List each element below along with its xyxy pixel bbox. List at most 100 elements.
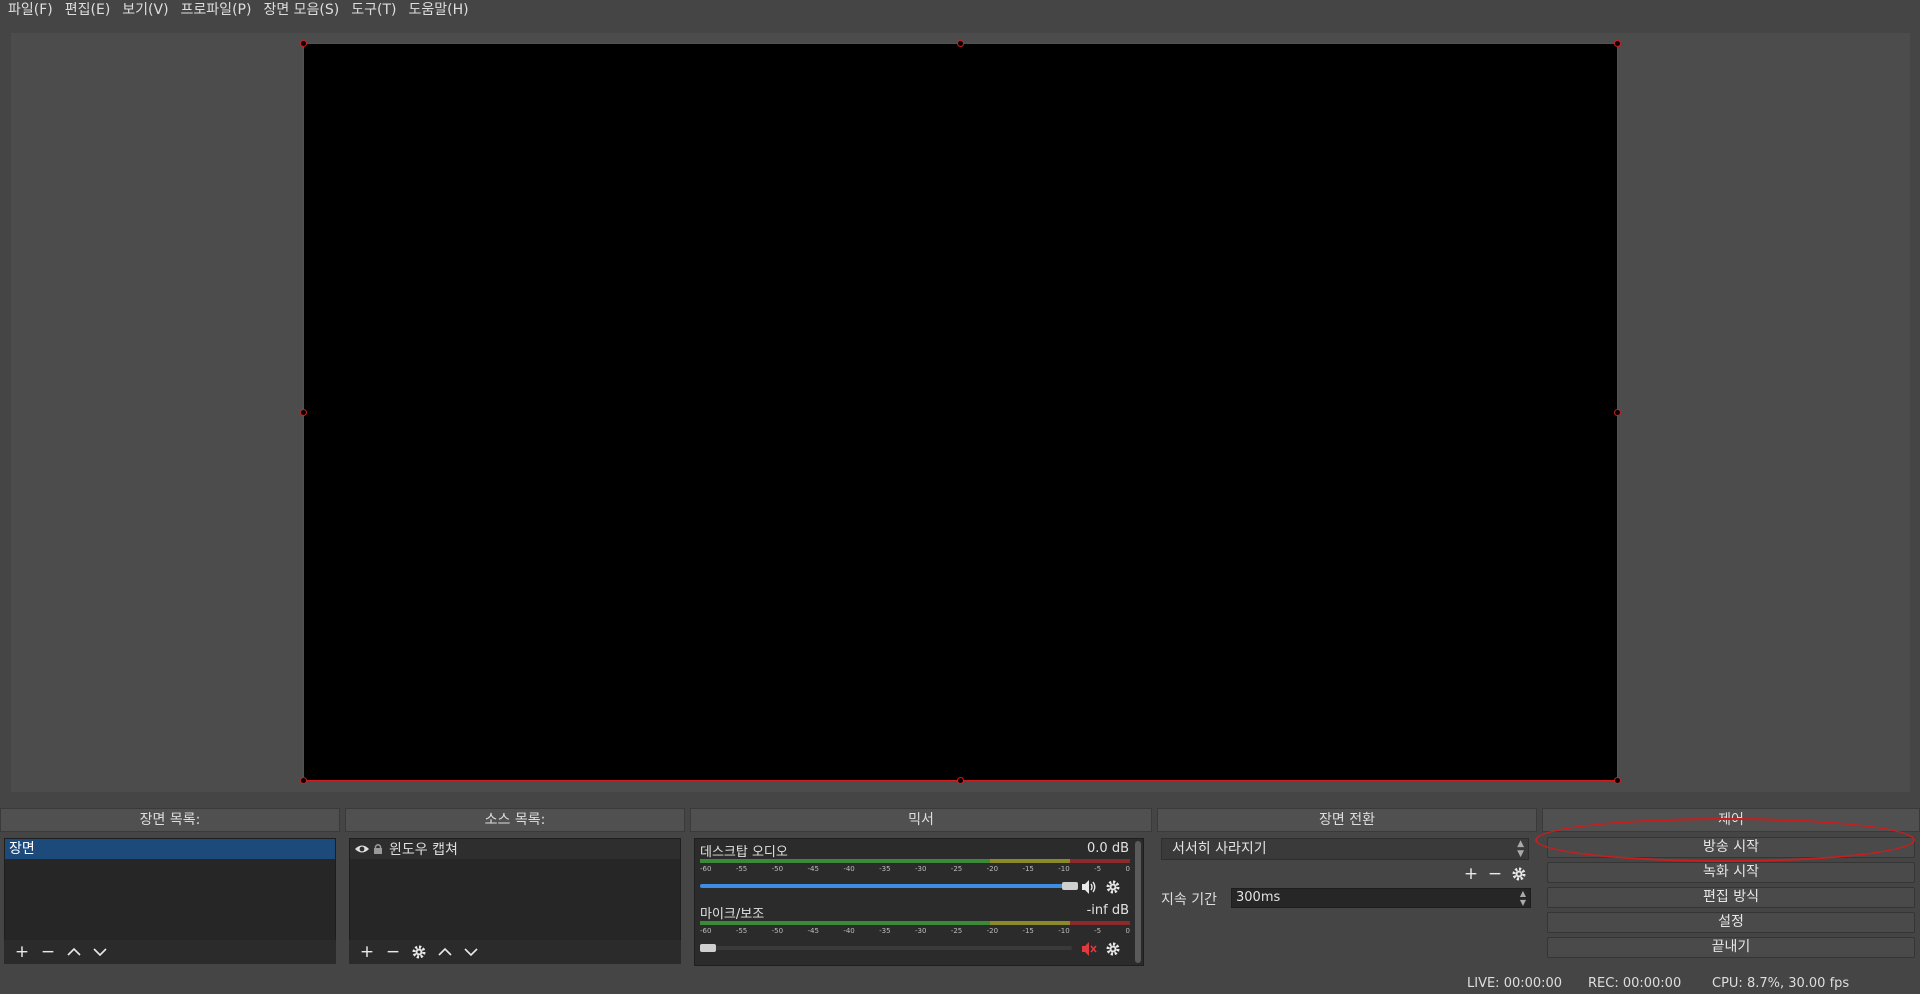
resize-handle-right[interactable] bbox=[1614, 409, 1621, 416]
resize-handle-bottom[interactable] bbox=[957, 777, 964, 784]
duration-input[interactable]: 300ms ▲ ▼ bbox=[1231, 888, 1531, 908]
start-recording-button[interactable]: 녹화 시작 bbox=[1547, 862, 1915, 883]
controls-dock-title: 제어 bbox=[1542, 808, 1920, 832]
scene-item[interactable]: 장면 bbox=[5, 839, 335, 859]
menu-scene-collection[interactable]: 장면 모음(S) bbox=[259, 1, 347, 19]
resize-handle-left[interactable] bbox=[300, 409, 307, 416]
move-scene-down-button[interactable] bbox=[90, 942, 110, 962]
speaker-icon bbox=[1082, 880, 1096, 894]
transitions-dock-title: 장면 전환 bbox=[1157, 808, 1537, 832]
transition-select-value: 서서히 사라지기 bbox=[1172, 841, 1267, 857]
start-streaming-button[interactable]: 방송 시작 bbox=[1547, 837, 1915, 858]
lock-icon[interactable] bbox=[373, 843, 383, 855]
desktop-audio-ticks: -60 -55 -50 -45 -40 -35 -30 -25 -20 -15 -10 -5 0 bbox=[700, 865, 1130, 873]
add-source-button[interactable]: + bbox=[357, 942, 377, 962]
chevron-down-icon bbox=[93, 948, 107, 957]
menu-profile[interactable]: 프로파일(P) bbox=[177, 1, 260, 19]
tick-label: 0 bbox=[1125, 927, 1130, 935]
move-scene-up-button[interactable] bbox=[64, 942, 84, 962]
settings-button[interactable]: 설정 bbox=[1547, 912, 1915, 933]
menu-file[interactable]: 파일(F) bbox=[4, 1, 61, 19]
desktop-audio-meter bbox=[700, 859, 1130, 863]
remove-scene-button[interactable]: − bbox=[38, 942, 58, 962]
move-source-down-button[interactable] bbox=[461, 942, 481, 962]
mic-aux-ticks: -60 -55 -50 -45 -40 -35 -30 -25 -20 -15 -10 -5 0 bbox=[700, 927, 1130, 935]
status-cpu: CPU: 8.7%, 30.00 fps bbox=[1712, 976, 1850, 991]
tick-label: -25 bbox=[950, 927, 963, 935]
tick-label: -5 bbox=[1094, 865, 1102, 873]
eye-icon[interactable] bbox=[354, 843, 370, 855]
menu-edit[interactable]: 편집(E) bbox=[61, 1, 119, 19]
mic-aux-mute-button[interactable] bbox=[1079, 939, 1099, 959]
select-arrows-icon: ▲ ▼ bbox=[1517, 839, 1524, 859]
tick-label: -50 bbox=[771, 865, 784, 873]
tick-label: -55 bbox=[735, 927, 748, 935]
remove-transition-button[interactable]: − bbox=[1485, 864, 1505, 884]
transitions-dock: 장면 전환 서서히 사라지기 ▲ ▼ + − 지속 기간 300ms ▲ ▼ bbox=[1157, 808, 1537, 968]
tick-label: -15 bbox=[1022, 927, 1034, 935]
desktop-audio-volume-knob[interactable] bbox=[1062, 882, 1078, 890]
add-transition-button[interactable]: + bbox=[1461, 864, 1481, 884]
tick-label: -40 bbox=[843, 865, 855, 873]
tick-label: -55 bbox=[735, 865, 748, 873]
resize-handle-top-left[interactable] bbox=[300, 40, 307, 47]
transition-select[interactable]: 서서히 사라지기 ▲ ▼ bbox=[1161, 838, 1529, 860]
resize-handle-top[interactable] bbox=[957, 40, 964, 47]
menu-help[interactable]: 도움말(H) bbox=[404, 1, 476, 19]
tick-label: -25 bbox=[950, 865, 963, 873]
studio-mode-button[interactable]: 편집 방식 bbox=[1547, 887, 1915, 908]
transition-settings-button[interactable] bbox=[1509, 864, 1529, 884]
mic-aux-volume-slider[interactable] bbox=[700, 946, 1072, 950]
move-source-up-button[interactable] bbox=[435, 942, 455, 962]
tick-label: -35 bbox=[879, 865, 891, 873]
desktop-audio-volume-slider[interactable] bbox=[700, 884, 1072, 888]
scenes-toolbar: + − bbox=[4, 940, 336, 964]
gear-icon bbox=[1106, 880, 1120, 894]
tick-label: -15 bbox=[1022, 865, 1034, 873]
menu-view[interactable]: 보기(V) bbox=[118, 1, 176, 19]
gear-icon bbox=[412, 945, 426, 959]
resize-handle-bottom-right[interactable] bbox=[1614, 777, 1621, 784]
source-item[interactable]: 윈도우 캡쳐 bbox=[350, 839, 680, 859]
scenes-dock: 장면 목록: 장면 + − bbox=[0, 808, 340, 968]
spin-arrows-icon[interactable]: ▲ ▼ bbox=[1520, 889, 1526, 907]
mic-aux-meter bbox=[700, 921, 1130, 925]
mixer-dock-title: 믹서 bbox=[690, 808, 1152, 832]
desktop-audio-settings-button[interactable] bbox=[1103, 877, 1123, 897]
menu-tools[interactable]: 도구(T) bbox=[347, 1, 404, 19]
tick-label: -35 bbox=[879, 927, 891, 935]
add-scene-button[interactable]: + bbox=[12, 942, 32, 962]
chevron-up-icon bbox=[438, 947, 452, 956]
mixer-dock: 믹서 데스크탑 오디오 0.0 dB -60 -55 -50 -45 -40 -35 -30… bbox=[690, 808, 1152, 968]
tick-label: -30 bbox=[914, 865, 927, 873]
mic-aux-db: -inf dB bbox=[1086, 903, 1129, 918]
tick-label: 0 bbox=[1125, 865, 1130, 873]
mic-aux-volume-knob[interactable] bbox=[700, 944, 716, 952]
preview-canvas[interactable] bbox=[300, 40, 1621, 784]
tick-label: -20 bbox=[986, 865, 999, 873]
mixer-scrollbar[interactable] bbox=[1135, 841, 1141, 963]
resize-handle-top-right[interactable] bbox=[1614, 40, 1621, 47]
mixer-panel: 데스크탑 오디오 0.0 dB -60 -55 -50 -45 -40 -35 -30 -25… bbox=[694, 838, 1144, 966]
remove-source-button[interactable]: − bbox=[383, 942, 403, 962]
tick-label: -60 bbox=[700, 927, 712, 935]
tick-label: -50 bbox=[771, 927, 784, 935]
mic-aux-settings-button[interactable] bbox=[1103, 939, 1123, 959]
desktop-audio-db: 0.0 dB bbox=[1087, 841, 1129, 856]
resize-handle-bottom-left[interactable] bbox=[300, 777, 307, 784]
sources-list[interactable]: 윈도우 캡쳐 bbox=[349, 838, 681, 948]
scenes-dock-title: 장면 목록: bbox=[0, 808, 340, 832]
tick-label: -45 bbox=[807, 927, 819, 935]
sources-dock-title: 소스 목록: bbox=[345, 808, 685, 832]
gear-icon bbox=[1106, 942, 1120, 956]
sources-toolbar: + − bbox=[349, 940, 681, 964]
source-settings-button[interactable] bbox=[409, 942, 429, 962]
desktop-audio-mute-button[interactable] bbox=[1079, 877, 1099, 897]
exit-button[interactable]: 끝내기 bbox=[1547, 937, 1915, 958]
gear-icon bbox=[1512, 867, 1526, 881]
duration-label: 지속 기간 bbox=[1161, 892, 1217, 908]
scenes-list[interactable]: 장면 bbox=[4, 838, 336, 948]
tick-label: -5 bbox=[1094, 927, 1102, 935]
duration-value: 300ms bbox=[1236, 890, 1281, 905]
tick-label: -60 bbox=[700, 865, 712, 873]
